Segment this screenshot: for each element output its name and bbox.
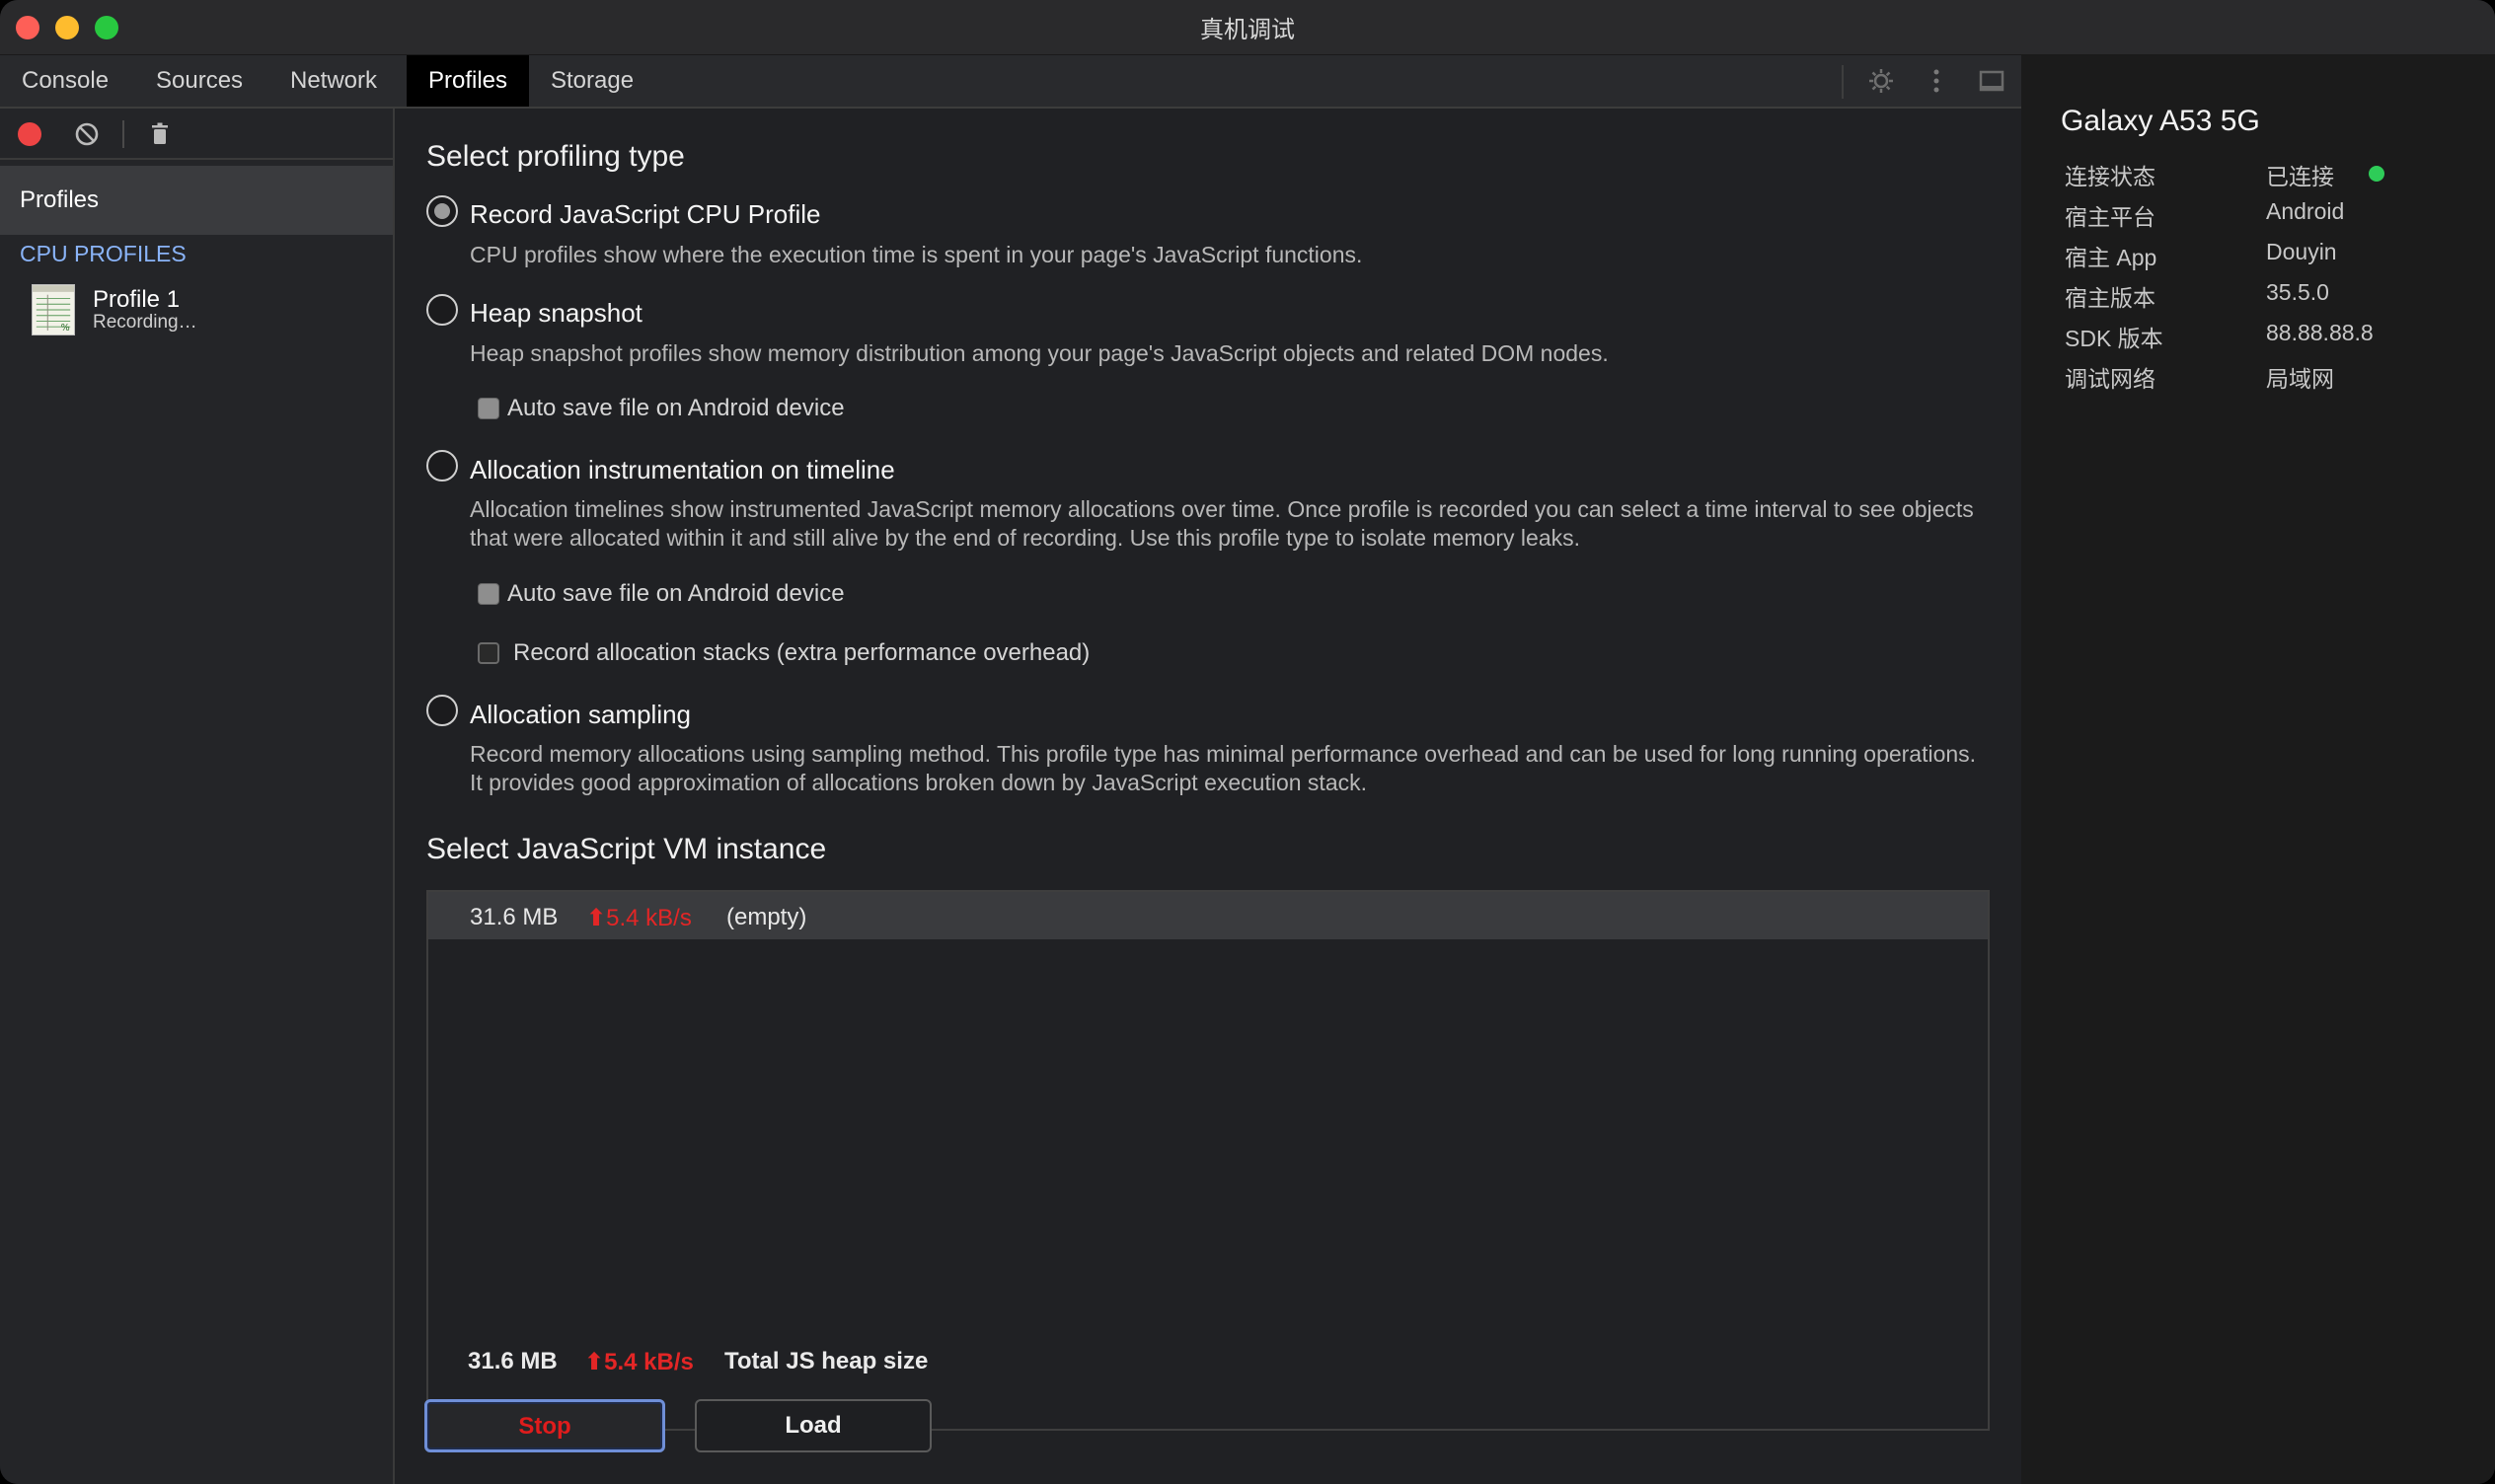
checkbox-record-allocation-stacks[interactable] — [478, 642, 499, 664]
stop-button[interactable]: Stop — [424, 1399, 665, 1452]
total-heap-rate: ⬆5.4 kB/s — [584, 1348, 694, 1376]
tab-storage[interactable]: Storage — [529, 55, 655, 107]
profile-status: Recording… — [93, 312, 197, 333]
vm-heap-size: 31.6 MB — [470, 904, 559, 930]
load-button[interactable]: Load — [695, 1399, 932, 1452]
profiles-toolbar — [0, 109, 393, 160]
checkbox-heap-auto-save[interactable] — [478, 398, 499, 419]
vm-heap-rate-value: 5.4 kB/s — [606, 905, 692, 931]
toolbar-divider — [1842, 65, 1844, 99]
gear-icon[interactable] — [1865, 65, 1897, 97]
devtools-tab-bar: Console Sources Network Profiles Storage — [0, 55, 2021, 109]
arrow-up-icon: ⬆ — [586, 905, 607, 931]
checkbox-label-heap-auto-save[interactable]: Auto save file on Android device — [507, 395, 845, 422]
info-row-sdk-version: SDK 版本 88.88.88.8 — [2065, 320, 2479, 359]
total-heap-rate-value: 5.4 kB/s — [604, 1349, 694, 1375]
profiles-sidebar: Profiles CPU PROFILES % Profile 1 Record… — [0, 109, 395, 1484]
info-value: Douyin — [2266, 239, 2337, 264]
connected-status-icon — [2369, 166, 2384, 182]
profile-list-item[interactable]: % Profile 1 Recording… — [32, 284, 387, 339]
option-description-heap-snapshot: Heap snapshot profiles show memory distr… — [470, 340, 1609, 366]
devtools-window: 真机调试 Console Sources Network Profiles St… — [0, 0, 2495, 1484]
checkbox-label-record-allocation-stacks[interactable]: Record allocation stacks (extra performa… — [513, 639, 1090, 667]
vm-heap-rate: ⬆5.4 kB/s — [586, 904, 692, 932]
arrow-up-icon: ⬆ — [584, 1349, 605, 1375]
info-row-host-version: 宿主版本 35.5.0 — [2065, 279, 2479, 319]
option-label-allocation-timeline[interactable]: Allocation instrumentation on timeline — [470, 455, 895, 485]
window-title: 真机调试 — [1200, 17, 1295, 43]
option-description-allocation-timeline: Allocation timelines show instrumented J… — [470, 496, 1974, 551]
checkbox-timeline-auto-save[interactable] — [478, 583, 499, 605]
tab-console[interactable]: Console — [0, 55, 130, 107]
profile-name: Profile 1 — [93, 286, 181, 313]
toolbar-divider — [122, 120, 124, 148]
record-icon[interactable] — [18, 122, 41, 146]
radio-allocation-sampling[interactable] — [426, 695, 458, 726]
profiles-main-panel: Select profiling type Record JavaScript … — [395, 109, 2021, 1484]
option-label-heap-snapshot[interactable]: Heap snapshot — [470, 298, 643, 329]
info-row-network: 调试网络 局域网 — [2065, 360, 2479, 400]
info-row-host-app: 宿主 App Douyin — [2065, 239, 2479, 278]
tab-profiles[interactable]: Profiles — [407, 55, 529, 107]
tab-network[interactable]: Network — [268, 55, 399, 107]
vm-instance-row[interactable]: 31.6 MB ⬆5.4 kB/s (empty) — [428, 892, 1988, 939]
option-description-allocation-sampling: Record memory allocations using sampling… — [470, 741, 1977, 795]
info-value: 35.5.0 — [2266, 279, 2329, 305]
more-vertical-icon[interactable] — [1921, 65, 1952, 97]
radio-cpu-profile[interactable] — [426, 195, 458, 227]
sidebar-item-profiles[interactable]: Profiles — [0, 166, 393, 235]
clear-icon[interactable] — [73, 120, 101, 148]
info-row-platform: 宿主平台 Android — [2065, 198, 2479, 238]
profile-sheet-icon: % — [32, 284, 75, 335]
info-key: SDK 版本 — [2065, 326, 2163, 351]
option-label-cpu-profile[interactable]: Record JavaScript CPU Profile — [470, 199, 820, 230]
title-bar: 真机调试 — [0, 0, 2495, 55]
vm-instance-name: (empty) — [726, 904, 807, 930]
trash-icon[interactable] — [146, 120, 174, 148]
device-name: Galaxy A53 5G — [2061, 105, 2260, 137]
info-row-connection: 连接状态 已连接 — [2065, 158, 2479, 197]
vm-instance-heading: Select JavaScript VM instance — [426, 833, 827, 865]
dock-icon[interactable] — [1976, 65, 2007, 97]
total-heap-label: Total JS heap size — [724, 1348, 929, 1374]
tab-sources[interactable]: Sources — [134, 55, 265, 107]
radio-allocation-timeline[interactable] — [426, 450, 458, 482]
info-value: 已连接 — [2266, 164, 2334, 189]
info-key: 宿主 App — [2065, 245, 2157, 270]
option-description-cpu-profile: CPU profiles show where the execution ti… — [470, 242, 1363, 267]
info-key: 宿主版本 — [2065, 285, 2155, 311]
info-key: 连接状态 — [2065, 164, 2155, 189]
total-heap-size: 31.6 MB — [468, 1348, 558, 1374]
cpu-profiles-heading: CPU PROFILES — [20, 241, 187, 266]
info-value: 88.88.88.8 — [2266, 320, 2374, 345]
svg-text:%: % — [61, 323, 70, 334]
profiling-type-heading: Select profiling type — [426, 140, 685, 173]
info-value: 局域网 — [2266, 366, 2334, 392]
info-value: Android — [2266, 198, 2345, 224]
option-label-allocation-sampling[interactable]: Allocation sampling — [470, 700, 691, 730]
device-info-panel: Galaxy A53 5G 连接状态 已连接 宿主平台 Android 宿主 A… — [2021, 55, 2495, 1484]
checkbox-label-timeline-auto-save[interactable]: Auto save file on Android device — [507, 580, 845, 608]
radio-heap-snapshot[interactable] — [426, 294, 458, 326]
info-key: 宿主平台 — [2065, 204, 2155, 230]
info-key: 调试网络 — [2065, 366, 2155, 392]
